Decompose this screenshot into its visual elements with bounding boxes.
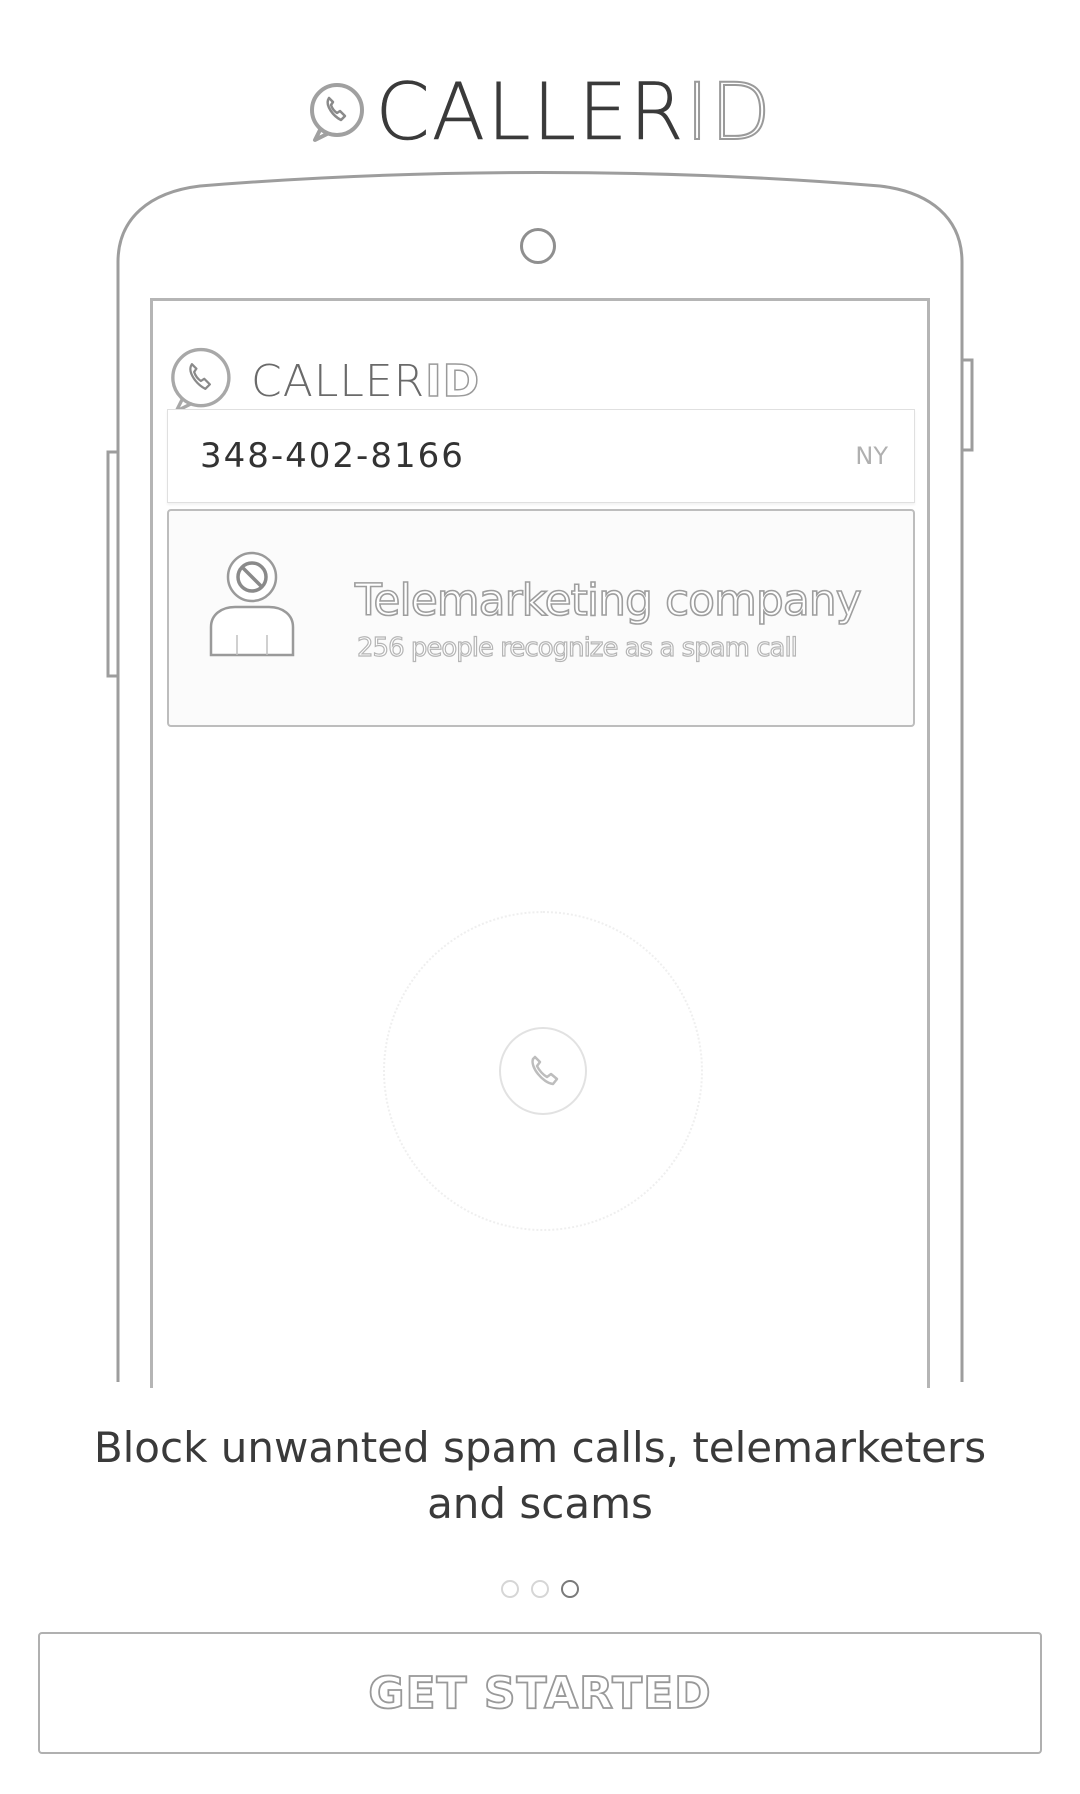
blocked-user-icon (209, 551, 295, 657)
spam-caller-card: Telemarketing company 256 people recogni… (167, 509, 915, 727)
phone-bubble-icon (171, 347, 231, 413)
page-dot-active[interactable] (561, 1580, 579, 1598)
screen-brand-name: CALLERID (251, 355, 481, 408)
app-logo: CALLERID (0, 58, 1080, 168)
caller-number-bar: 348-402-8166 NY (167, 409, 915, 503)
spam-caller-title: Telemarketing company (354, 574, 862, 627)
get-started-label: GET STARTED (367, 1667, 712, 1720)
phone-bubble-icon (310, 83, 365, 142)
page-dot[interactable] (501, 1580, 519, 1598)
phone-screen: CALLERID 348-402-8166 NY Telemarketing c… (150, 298, 930, 1388)
caller-phone-number: 348-402-8166 (200, 436, 465, 476)
page-dot[interactable] (531, 1580, 549, 1598)
app-brand-name: CALLERID (375, 68, 773, 158)
spam-report-count: 256 people recognize as a spam call (356, 632, 798, 663)
page-indicator (0, 1580, 1080, 1598)
phone-camera (520, 228, 556, 264)
caller-region: NY (855, 442, 888, 470)
get-started-button[interactable]: GET STARTED (38, 1632, 1042, 1754)
call-answer-button (499, 1027, 587, 1115)
onboarding-description: Block unwanted spam calls, telemarketers… (93, 1423, 987, 1528)
phone-icon (531, 1055, 559, 1086)
